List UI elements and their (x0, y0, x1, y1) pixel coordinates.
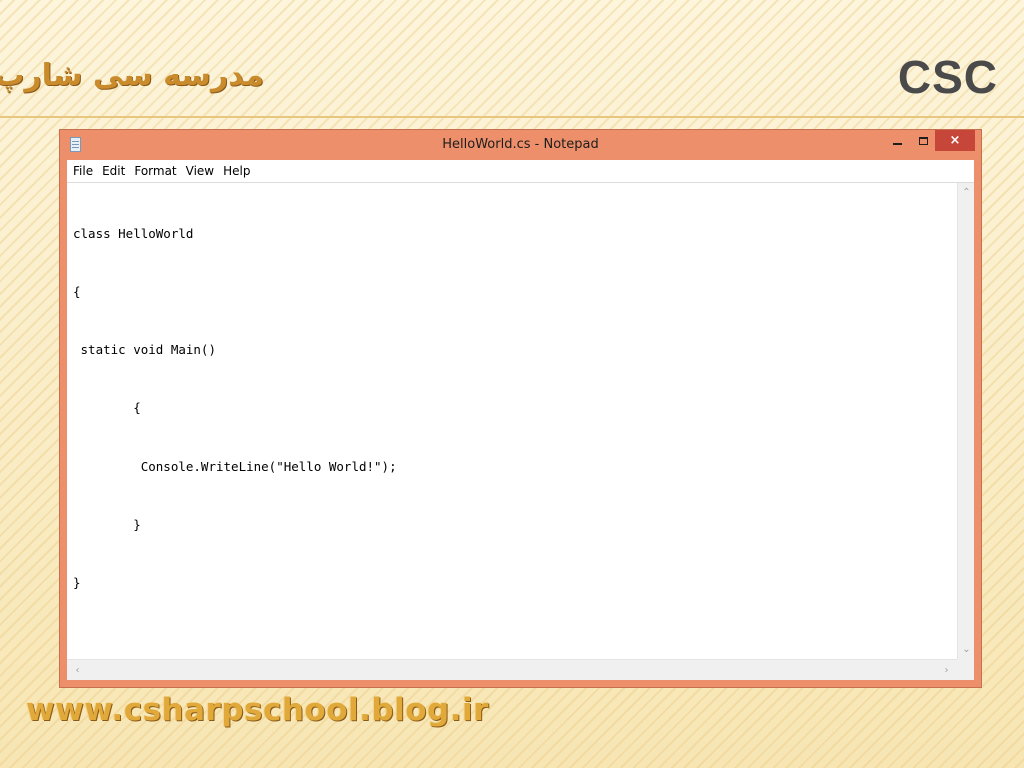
maximize-icon (918, 136, 928, 145)
horizontal-scrollbar[interactable]: ‹ › (67, 659, 957, 680)
close-button[interactable]: × (935, 130, 975, 151)
footer-website-url: www.csharpschool.blog.ir (26, 692, 489, 728)
window-title: HelloWorld.cs - Notepad (442, 137, 599, 152)
slide-brand-abbr: CSC (897, 51, 998, 103)
code-line: static void Main() (73, 342, 216, 358)
menu-edit[interactable]: Edit (99, 161, 131, 181)
menu-bar: File Edit Format View Help (67, 160, 974, 183)
chevron-right-icon[interactable]: › (938, 662, 955, 679)
chevron-down-icon[interactable]: ⌄ (958, 641, 975, 658)
menu-format[interactable]: Format (131, 161, 182, 181)
code-line: { (73, 284, 81, 300)
menu-view[interactable]: View (183, 161, 220, 181)
slide-header-divider (0, 116, 1024, 118)
notepad-client-area: File Edit Format View Help class HelloWo… (67, 160, 974, 680)
code-line: } (73, 516, 141, 532)
menu-file[interactable]: File (70, 161, 99, 181)
code-line: { (73, 400, 141, 416)
menu-help[interactable]: Help (220, 161, 256, 181)
chevron-left-icon[interactable]: ‹ (69, 662, 86, 679)
scrollbar-corner (957, 659, 974, 680)
slide-persian-title: مدرسه سی شارپ (0, 58, 264, 93)
window-titlebar[interactable]: HelloWorld.cs - Notepad × (60, 130, 981, 160)
maximize-button[interactable] (911, 130, 935, 151)
code-line: class HelloWorld (73, 225, 194, 241)
close-icon: × (949, 133, 961, 148)
notepad-window[interactable]: HelloWorld.cs - Notepad × File Edit Form… (59, 129, 982, 688)
vertical-scrollbar[interactable]: ⌃ ⌄ (957, 183, 974, 659)
minimize-icon (892, 142, 902, 145)
chevron-up-icon[interactable]: ⌃ (958, 184, 975, 201)
text-editor[interactable]: class HelloWorld { static void Main() { … (67, 183, 957, 659)
code-line: Console.WriteLine("Hello World!"); (73, 458, 397, 474)
code-line: } (73, 575, 81, 591)
minimize-button[interactable] (883, 130, 911, 151)
